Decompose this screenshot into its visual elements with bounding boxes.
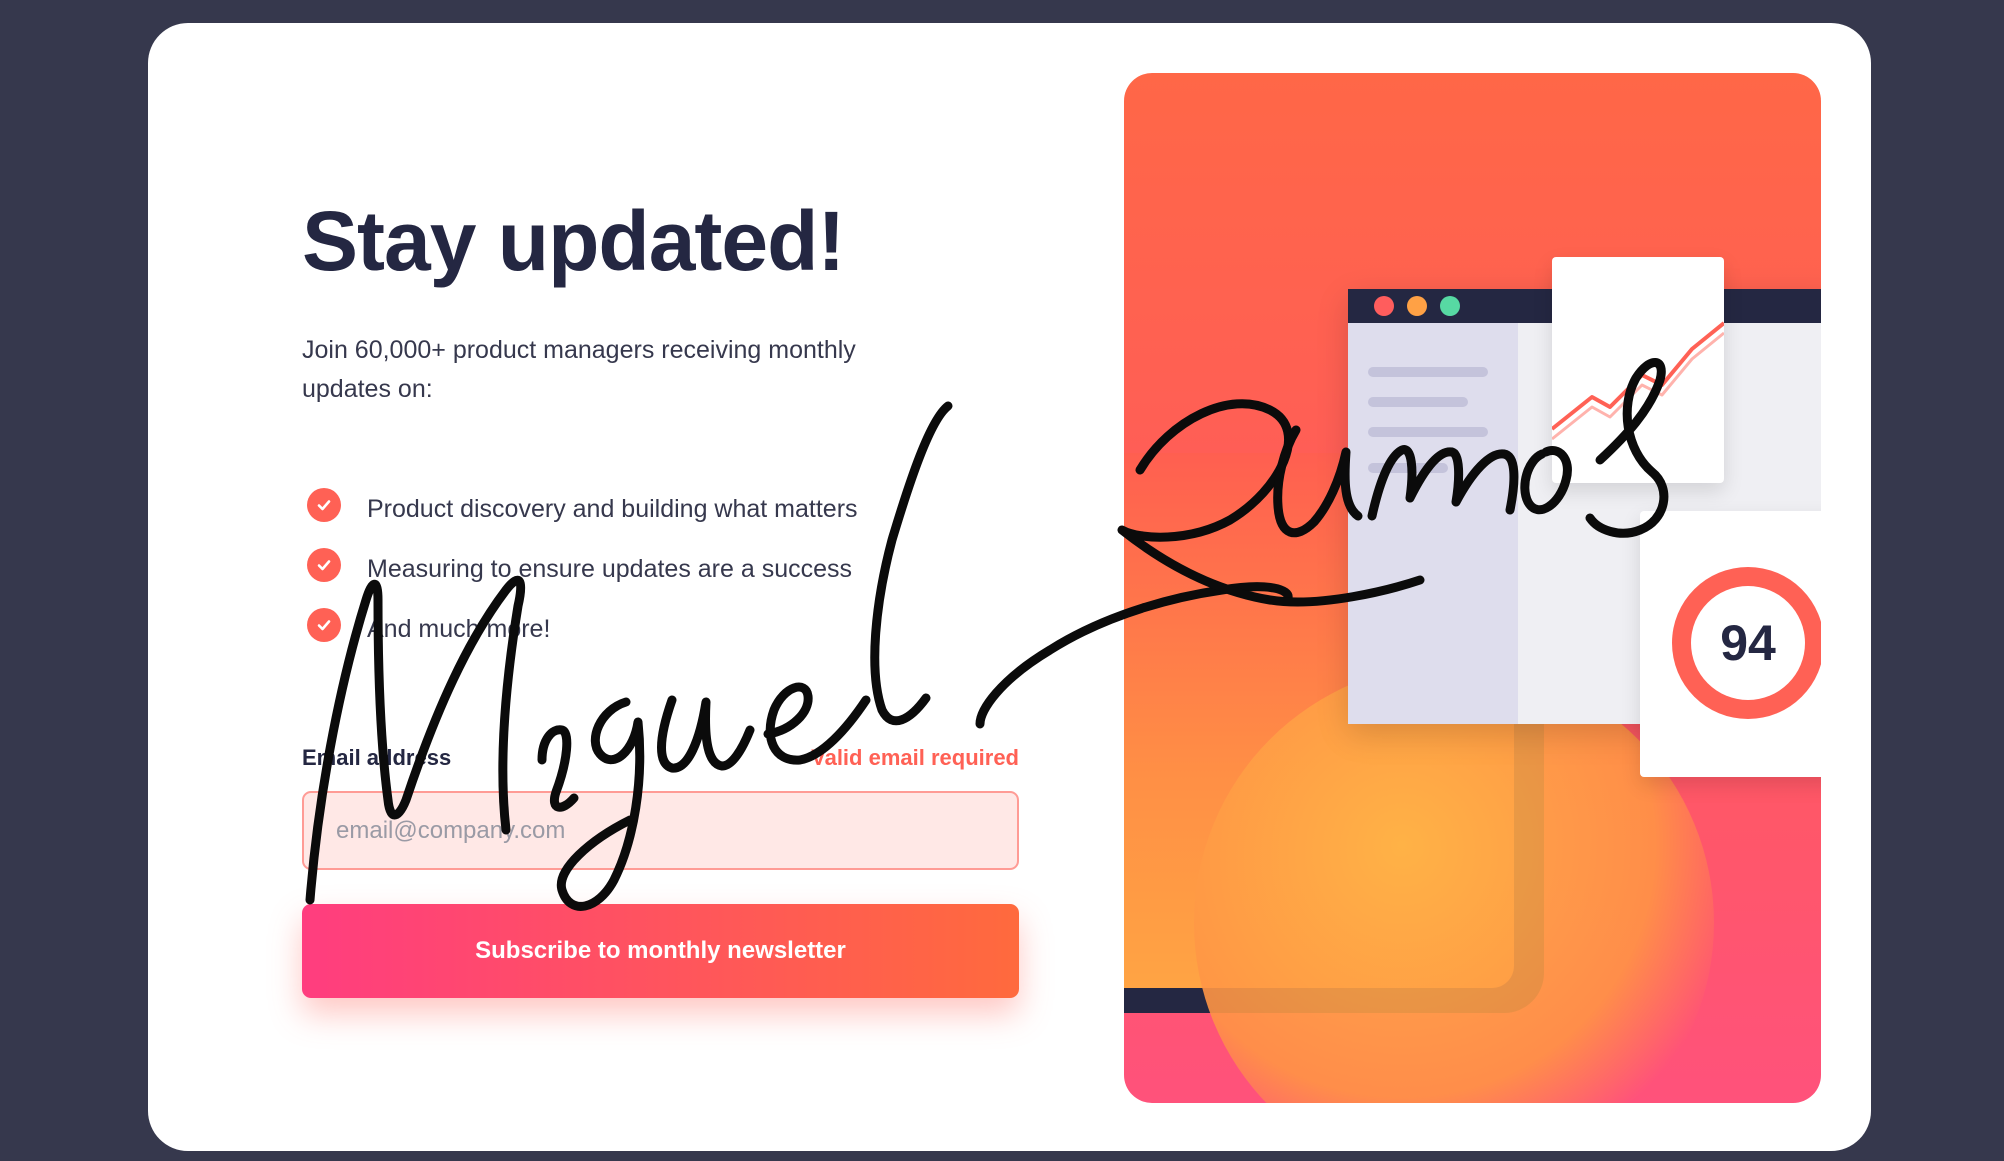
score-gauge: 94	[1672, 567, 1821, 719]
newsletter-card: Stay updated! Join 60,000+ product manag…	[148, 23, 1871, 1151]
feature-text: Product discovery and building what matt…	[367, 494, 858, 523]
list-item: Product discovery and building what matt…	[302, 475, 858, 535]
check-circle-icon	[307, 548, 341, 582]
placeholder-line	[1368, 427, 1488, 437]
window-minimize-dot-icon	[1407, 296, 1427, 316]
hero-illustration: 94	[1124, 73, 1821, 1103]
placeholder-line	[1368, 367, 1488, 377]
page-title: Stay updated!	[302, 194, 845, 288]
feature-list: Product discovery and building what matt…	[302, 475, 858, 655]
placeholder-line	[1368, 397, 1468, 407]
window-close-dot-icon	[1374, 296, 1394, 316]
score-value: 94	[1691, 586, 1805, 700]
signup-panel: Stay updated! Join 60,000+ product manag…	[302, 23, 1022, 1151]
email-label-row: Email address Valid email required	[302, 745, 1019, 771]
subscribe-button[interactable]: Subscribe to monthly newsletter	[302, 904, 1019, 998]
email-error-message: Valid email required	[811, 745, 1019, 770]
score-card: 94	[1640, 511, 1821, 777]
feature-text: And much more!	[367, 614, 551, 643]
list-item: Measuring to ensure updates are a succes…	[302, 535, 858, 595]
feature-text: Measuring to ensure updates are a succes…	[367, 554, 852, 583]
placeholder-line	[1368, 463, 1448, 473]
email-field[interactable]	[302, 791, 1019, 870]
intro-text: Join 60,000+ product managers receiving …	[302, 336, 856, 403]
window-maximize-dot-icon	[1440, 296, 1460, 316]
check-circle-icon	[307, 488, 341, 522]
trend-chart-card	[1550, 257, 1726, 483]
trend-line-icon	[1550, 321, 1726, 441]
window-sidebar	[1348, 323, 1518, 724]
list-item: And much more!	[302, 595, 858, 655]
email-label: Email address	[302, 745, 452, 770]
check-circle-icon	[307, 608, 341, 642]
